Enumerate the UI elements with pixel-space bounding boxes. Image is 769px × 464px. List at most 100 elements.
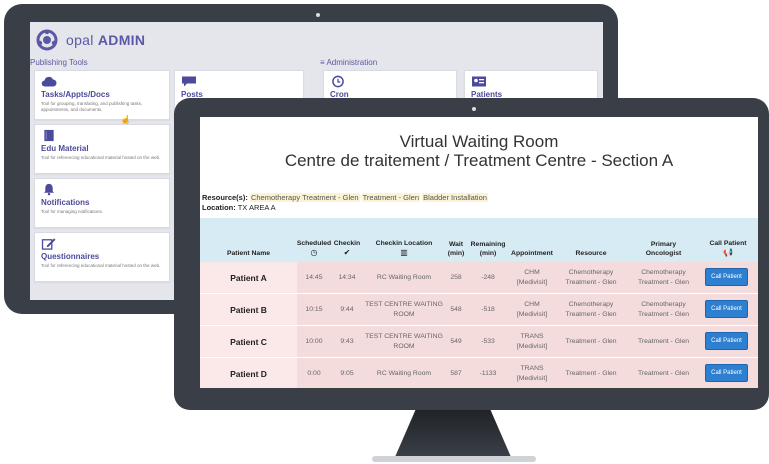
checkin-time: 9:05 [340,369,354,377]
patient-name: Patient A [200,262,297,293]
col-resource: Resource [555,218,627,262]
col-label: Checkin [333,239,361,247]
resource: Treatment - Glen [565,337,617,345]
card-title: Tasks/Appts/Docs [41,90,110,99]
scheduled-time: 10:15 [305,305,323,313]
virtual-waiting-room-screen: Virtual Waiting Room Centre de traitemen… [200,117,758,388]
appointment: CHM [Medivisit] [509,262,555,293]
col-checkin-location: Checkin Location ▥ [363,218,445,262]
remaining-minutes: -518 [481,305,495,313]
col-call-patient: Call Patient 📢 [700,218,756,262]
col-scheduled: Scheduled ◷ [297,218,331,262]
checkin-location: TEST CENTRE WAITING ROOM [365,301,443,318]
monitor-camera [472,107,476,111]
appointment-code: TRANS [520,365,544,373]
call-patient-button[interactable]: Call Patient [705,300,748,318]
page-title: Virtual Waiting Room [399,132,559,151]
table-row: Patient D 0:00 9:05 RC Waiting Room 587 … [200,358,758,388]
appointment: CHM [Medivisit] [509,294,555,325]
monitor-stand-base [372,456,536,462]
location-line: Location: TX AREA A [202,203,276,212]
card-title: Notifications [41,198,90,207]
checkin-time: 14:34 [338,273,356,281]
book-icon [44,129,54,142]
card-desc: Tool for referencing educational materia… [41,155,161,160]
patient-name: Patient D [200,358,297,388]
wait-minutes: 548 [450,305,462,313]
appointment-source: [Medivisit] [516,278,548,286]
call-patient-button[interactable]: Call Patient [705,268,748,286]
card-edu-material[interactable]: Edu Material Tool for referencing educat… [34,124,170,174]
speech-bubble-icon [182,76,196,87]
remaining-minutes: -1133 [479,369,497,377]
checkin-location: RC Waiting Room [376,273,432,281]
clock-icon: ◷ [310,248,318,257]
building-icon: ▥ [400,248,408,257]
scheduled-time: 10:00 [305,337,323,345]
page-subtitle: Centre de traitement / Treatment Centre … [284,151,674,170]
patient-table: Patient Name Scheduled ◷ Checkin ✔ Checkin… [200,218,758,388]
opal-brand[interactable]: opal ADMIN [66,32,145,48]
wait-minutes: 549 [450,337,462,345]
card-title: Questionnaires [41,252,100,261]
scheduled-time: 14:45 [305,273,323,281]
primary-oncologist: Treatment - Glen [637,337,690,345]
patient-name: Patient C [200,326,297,357]
col-patient-name: Patient Name [200,218,297,262]
resource: Treatment - Glen [565,369,617,377]
col-remaining: Remaining (min) [467,218,509,262]
checkin-time: 9:44 [340,305,354,313]
card-questionnaires[interactable]: Questionnaires Tool for referencing educ… [34,232,170,282]
primary-oncologist: Treatment - Glen [637,369,690,377]
checkin-location: RC Waiting Room [376,369,432,377]
card-title: Edu Material [41,144,89,153]
patient-name: Patient B [200,294,297,325]
resource-line: Resource(s): Chemotherapy Treatment - Gl… [202,193,488,202]
card-tasks-appts-docs[interactable]: Tasks/Appts/Docs Tool for grouping, tran… [34,70,170,120]
resource: Chemotherapy Treatment - Glen [565,269,617,286]
col-unit: (min) [447,249,465,257]
appointment-code: TRANS [520,333,544,341]
table-row: Patient C 10:00 9:43 TEST CENTRE WAITING… [200,326,758,357]
call-patient-button[interactable]: Call Patient [705,364,748,382]
call-patient-button[interactable]: Call Patient [705,332,748,350]
appointment-code: CHM [524,301,540,309]
col-label: Resource [575,249,607,257]
bell-icon [43,183,55,196]
col-unit: (min) [479,249,497,257]
col-checkin: Checkin ✔ [331,218,363,262]
card-desc: Tool for referencing educational materia… [41,263,161,268]
table-row: Patient B 10:15 9:44 TEST CENTRE WAITING… [200,294,758,325]
col-label: Scheduled [296,239,332,247]
section-publishing-tools: Publishing Tools [30,58,88,67]
location-value: TX AREA A [237,203,276,212]
col-label: Appointment [511,249,553,257]
appointment-code: CHM [524,269,540,277]
id-card-icon [472,76,486,87]
appointment-source: [Medivisit] [516,374,548,382]
checkin-time: 9:43 [340,337,354,345]
opal-logo-icon [36,29,58,51]
appointment-source: [Medivisit] [516,310,548,318]
col-label: Patient Name [226,249,271,257]
resource-tag: Treatment - Glen [361,193,421,202]
col-appointment: Appointment [509,218,555,262]
cloud-icon [41,76,57,87]
col-label: Remaining [470,241,506,249]
appointment: TRANS [Medivisit] [509,358,555,388]
resource: Chemotherapy Treatment - Glen [565,301,617,318]
opal-brand-prefix: opal [66,32,94,48]
card-notifications[interactable]: Notifications Tool for managing notifica… [34,178,170,228]
card-desc: Tool for managing notifications. [41,209,104,214]
table-row: Patient A 14:45 14:34 RC Waiting Room 25… [200,262,758,293]
resource-tag: Bladder Installation [422,193,488,202]
col-label: Call Patient [709,239,747,247]
col-primary-oncologist: Primary Oncologist [627,218,700,262]
col-label: Primary [650,241,677,249]
wait-minutes: 587 [450,369,462,377]
edit-icon [41,238,56,250]
appointment: TRANS [Medivisit] [509,326,555,357]
col-label: Checkin Location [375,239,433,247]
remaining-minutes: -533 [481,337,495,345]
scene: opal ADMIN Publishing Tools ≡ Administra… [0,0,769,464]
